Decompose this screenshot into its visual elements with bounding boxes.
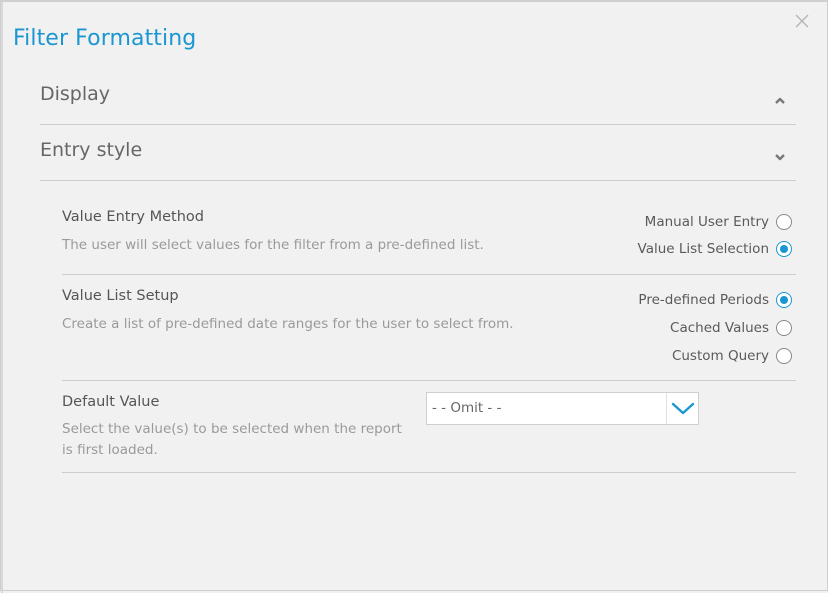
close-icon	[795, 14, 811, 28]
section-display[interactable]: Display	[40, 69, 796, 125]
value-entry-method-title: Value Entry Method	[62, 209, 204, 225]
radio-predefined-periods[interactable]: Pre-defined Periods	[638, 290, 792, 310]
radio-cached-values-circle[interactable]	[776, 320, 792, 336]
default-value-dropdown-button[interactable]	[666, 393, 698, 424]
dialog-left-edge	[1, 2, 3, 593]
default-value-title: Default Value	[62, 394, 160, 410]
default-value-select[interactable]: - - Omit - -	[426, 392, 699, 425]
row-value-entry-method: Value Entry Method The user will select …	[62, 181, 796, 275]
radio-value-list-selection-circle[interactable]	[776, 241, 792, 257]
section-entry-style-label: Entry style	[40, 139, 143, 161]
radio-value-list-selection-label: Value List Selection	[637, 241, 769, 257]
radio-custom-query[interactable]: Custom Query	[672, 346, 792, 366]
radio-predefined-periods-label: Pre-defined Periods	[638, 292, 769, 308]
row-default-value: Default Value Select the value(s) to be …	[62, 381, 796, 473]
value-entry-method-description: The user will select values for the filt…	[62, 237, 484, 253]
dialog-title: Filter Formatting	[13, 26, 197, 51]
section-display-label: Display	[40, 83, 111, 105]
default-value-selected: - - Omit - -	[432, 400, 502, 416]
row-value-list-setup: Value List Setup Create a list of pre-de…	[62, 275, 796, 381]
radio-cached-values[interactable]: Cached Values	[670, 318, 792, 338]
chevron-up-icon	[774, 91, 786, 104]
filter-formatting-dialog: Filter Formatting Display Entry style Va…	[0, 0, 828, 593]
radio-manual-user-entry[interactable]: Manual User Entry	[645, 212, 792, 232]
radio-manual-user-entry-circle[interactable]	[776, 214, 792, 230]
radio-manual-user-entry-label: Manual User Entry	[644, 214, 769, 230]
close-button[interactable]	[795, 14, 811, 30]
radio-custom-query-circle[interactable]	[776, 348, 792, 364]
default-value-description: Select the value(s) to be selected when …	[62, 421, 402, 458]
radio-predefined-periods-circle[interactable]	[776, 292, 792, 308]
radio-custom-query-label: Custom Query	[671, 348, 769, 364]
radio-cached-values-label: Cached Values	[670, 320, 769, 336]
chevron-down-icon	[774, 147, 786, 161]
section-entry-style[interactable]: Entry style	[40, 125, 796, 181]
value-list-setup-title: Value List Setup	[62, 288, 179, 304]
value-list-setup-description: Create a list of pre-defined date ranges…	[62, 316, 514, 332]
radio-value-list-selection[interactable]: Value List Selection	[638, 239, 792, 259]
